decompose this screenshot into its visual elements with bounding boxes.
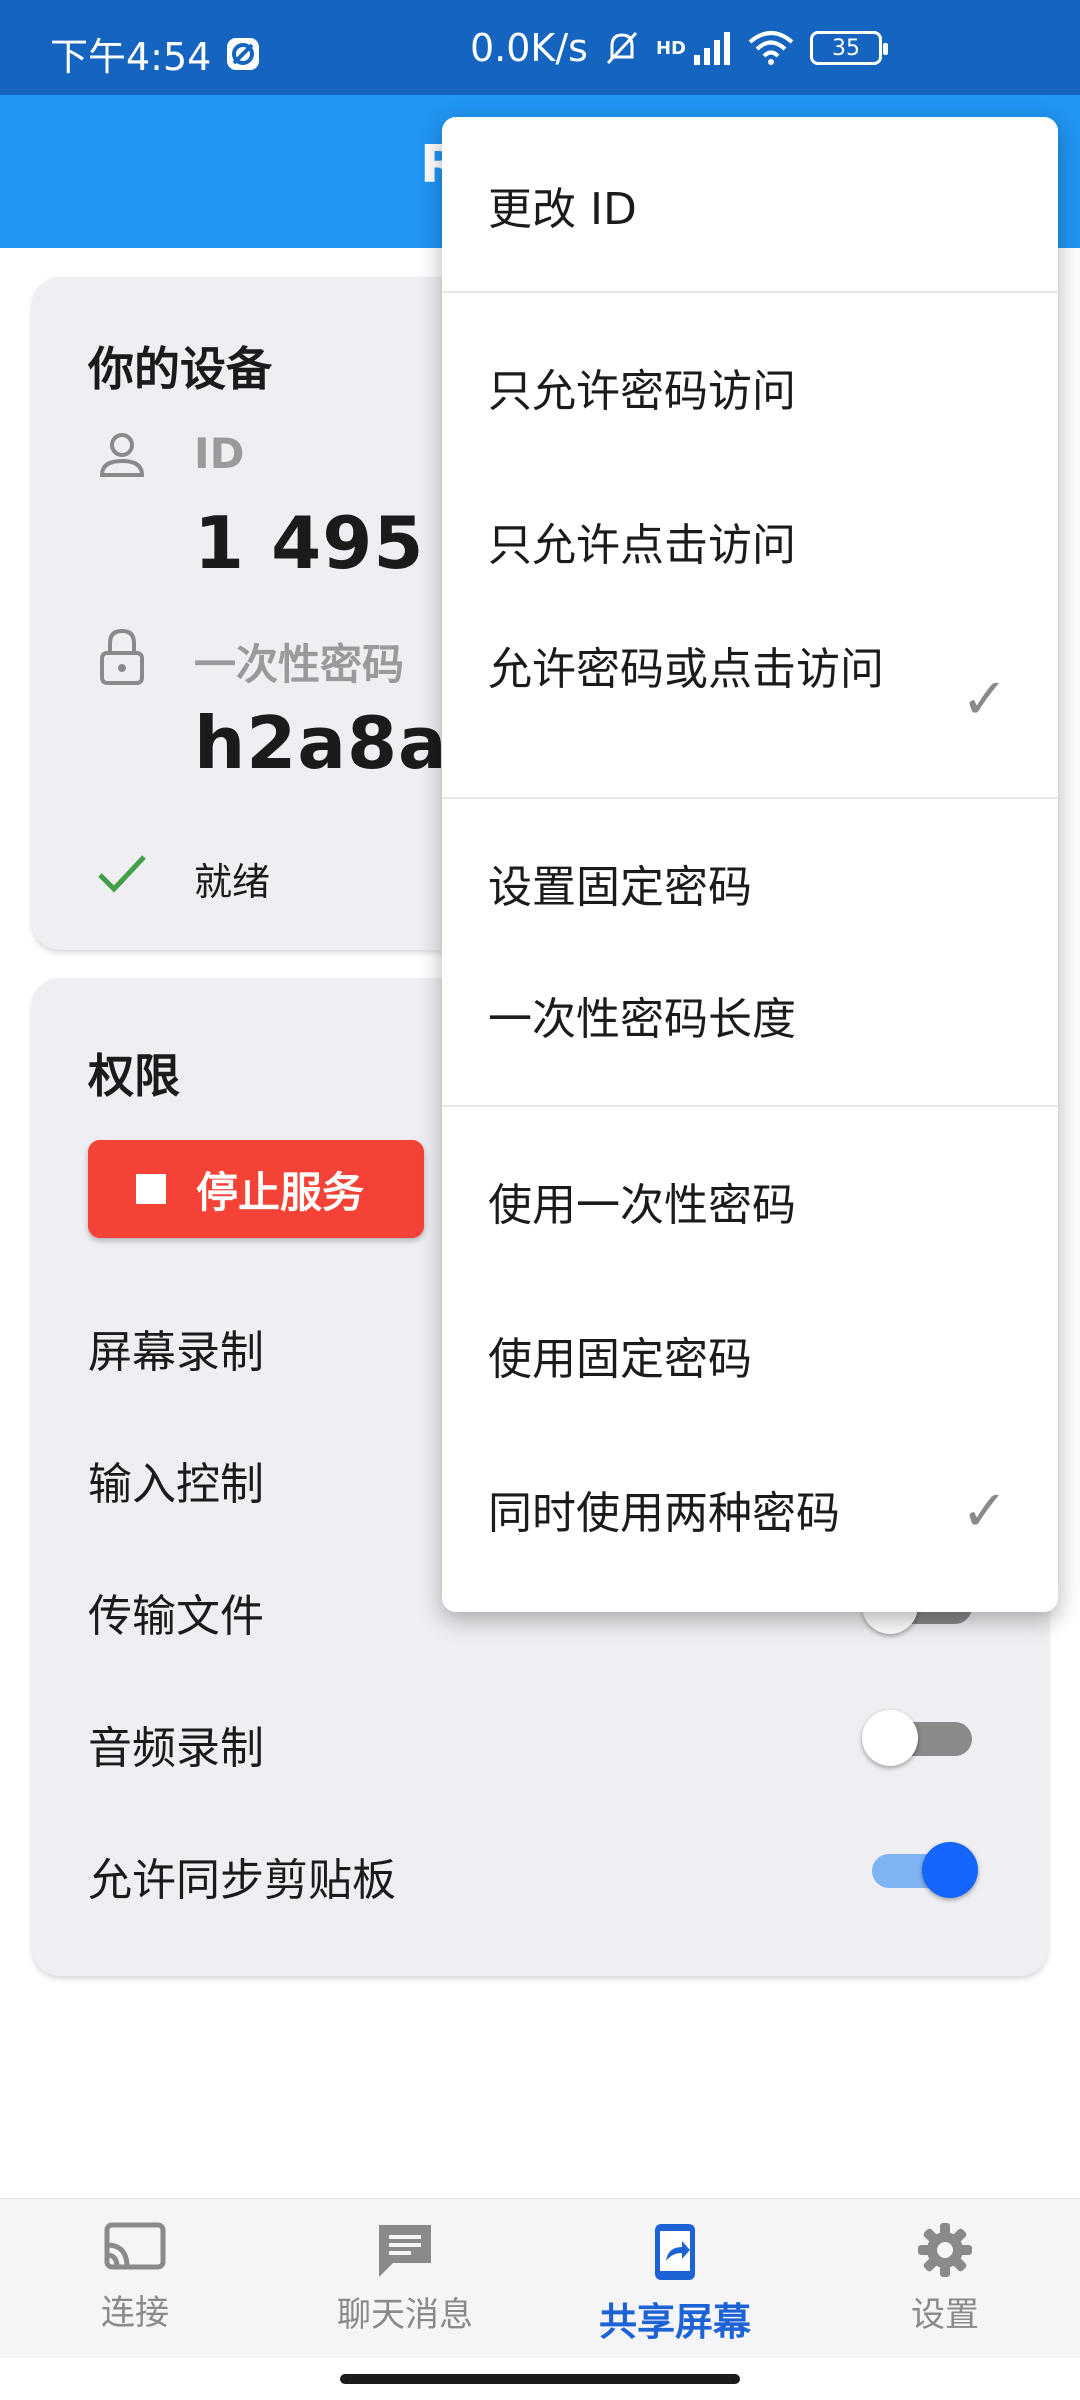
cast-icon [104,2222,166,2270]
id-label: ID [194,429,245,478]
toggle-thumb [862,1710,918,1766]
menu-divider [442,1105,1058,1107]
stop-service-button[interactable]: 停止服务 [88,1140,424,1238]
chat-icon [379,2225,431,2277]
gear-icon [918,2223,972,2277]
battery-icon: 35 [809,31,888,65]
net-speed: 0.0K/s [470,26,588,70]
status-bar: 下午4:54 0.0K/s HD 35 [0,0,1080,95]
menu-item-label: 更改 ID [488,184,637,235]
status-time-group: 下午4:54 [50,26,261,81]
lock-icon [100,628,144,685]
nav-item-connect[interactable]: 连接 [0,2221,270,2334]
status-text: 就绪 [194,860,271,904]
menu-divider [442,797,1058,799]
menu-item-set-fixed-password[interactable]: 设置固定密码 [488,857,1018,919]
hd-signal-label: HD [655,37,686,59]
checkmark-icon: ✓ [961,1479,1008,1544]
audio-recording-toggle[interactable] [862,1706,992,1770]
menu-item-password-only[interactable]: 只允许密码访问 [488,361,1018,423]
perm-screen-recording: 屏幕录制 [88,1327,264,1378]
menu-item-label: 使用固定密码 [488,1334,752,1385]
menu-item-otp-length[interactable]: 一次性密码长度 [488,989,1018,1051]
nav-label: 连接 [101,2293,169,2333]
check-icon [98,855,146,893]
menu-item-change-id[interactable]: 更改 ID [488,179,1018,241]
menu-item-label: 设置固定密码 [488,862,752,913]
bottom-nav: 连接 聊天消息 共享屏幕 设置 [0,2198,1080,2358]
stop-service-label: 停止服务 [196,1167,365,1217]
nav-label: 聊天消息 [337,2295,473,2335]
menu-item-label: 一次性密码长度 [488,994,796,1045]
menu-item-use-otp[interactable]: 使用一次性密码 [488,1175,1018,1237]
perm-file-transfer: 传输文件 [88,1591,264,1642]
nav-item-chat[interactable]: 聊天消息 [270,2221,540,2336]
menu-item-use-both-passwords[interactable]: 同时使用两种密码 [488,1483,888,1545]
menu-item-use-fixed-password[interactable]: 使用固定密码 [488,1329,1018,1391]
perm-input-control: 输入控制 [88,1459,264,1510]
sync-icon [227,37,260,70]
status-time: 下午4:54 [50,35,212,79]
perm-audio-recording: 音频录制 [88,1723,264,1774]
menu-divider [442,291,1058,293]
status-right-group: 0.0K/s HD 35 [470,26,888,70]
checkmark-icon: ✓ [961,667,1008,732]
cell-signal-icon [693,32,730,65]
clipboard-sync-toggle[interactable] [862,1838,992,1902]
perm-clipboard-sync: 允许同步剪贴板 [88,1855,396,1906]
toggle-thumb [922,1842,978,1898]
nav-label: 共享屏幕 [598,2300,751,2344]
menu-item-click-only[interactable]: 只允许点击访问 [488,515,1018,577]
stop-icon [136,1174,166,1204]
menu-item-label: 同时使用两种密码 [488,1488,840,1539]
nav-item-settings[interactable]: 设置 [810,2221,1080,2336]
device-card-title: 你的设备 [88,342,272,396]
mute-bell-icon [606,31,638,65]
menu-item-password-or-click[interactable]: 允许密码或点击访问 [488,639,888,701]
menu-item-label: 只允许点击访问 [488,520,796,571]
nav-label: 设置 [911,2295,979,2335]
person-icon [99,433,145,477]
menu-item-label: 允许密码或点击访问 [488,644,884,695]
menu-item-label: 使用一次性密码 [488,1180,796,1231]
permissions-card-title: 权限 [88,1049,180,1103]
battery-level: 35 [831,35,860,61]
options-menu: 更改 ID 只允许密码访问 只允许点击访问 允许密码或点击访问 ✓ 设置固定密码… [442,117,1058,1612]
menu-item-label: 只允许密码访问 [488,366,796,417]
wifi-icon [748,31,794,65]
password-label: 一次性密码 [194,640,405,689]
home-indicator[interactable] [340,2374,740,2384]
share-screen-icon [655,2224,695,2280]
nav-item-share-screen[interactable]: 共享屏幕 [540,2221,810,2346]
